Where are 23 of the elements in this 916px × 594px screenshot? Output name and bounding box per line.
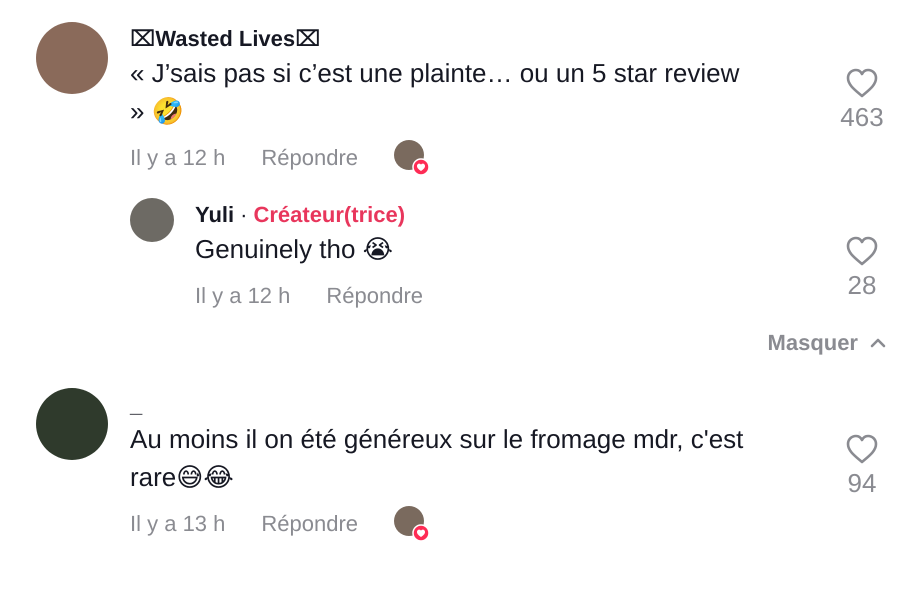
creator-label: Créateur(trice) [253, 202, 406, 228]
username[interactable]: Yuli [195, 202, 234, 228]
like-button[interactable] [845, 236, 879, 266]
like-count: 28 [848, 270, 876, 301]
username[interactable]: _ [130, 392, 142, 418]
like-count: 94 [848, 468, 876, 499]
like-button[interactable] [845, 434, 879, 464]
timestamp: Il y a 13 h [130, 511, 226, 537]
reply-button[interactable]: Répondre [261, 511, 358, 537]
comment-text: Genuinely tho 😭 [195, 233, 394, 266]
comment-text: « J’sais pas si c’est une plainte… ou un 5 star review » 🤣 [130, 57, 740, 128]
like-button[interactable] [845, 68, 879, 98]
avatar[interactable] [130, 198, 174, 242]
hide-replies-button[interactable]: Masquer [768, 330, 886, 356]
reply-button[interactable]: Répondre [326, 283, 424, 309]
username[interactable]: ⌧Wasted Lives⌧ [130, 26, 320, 52]
comment-text: Au moins il on été généreux sur le fromage mdr, c'est rare😅😂 [130, 423, 744, 494]
chevron-up-icon [870, 338, 886, 348]
timestamp: Il y a 12 h [130, 145, 226, 171]
timestamp: Il y a 12 h [195, 283, 290, 309]
separator-dot: · [240, 202, 248, 228]
like-count: 463 [840, 102, 884, 133]
reply-button[interactable]: Répondre [261, 145, 358, 171]
